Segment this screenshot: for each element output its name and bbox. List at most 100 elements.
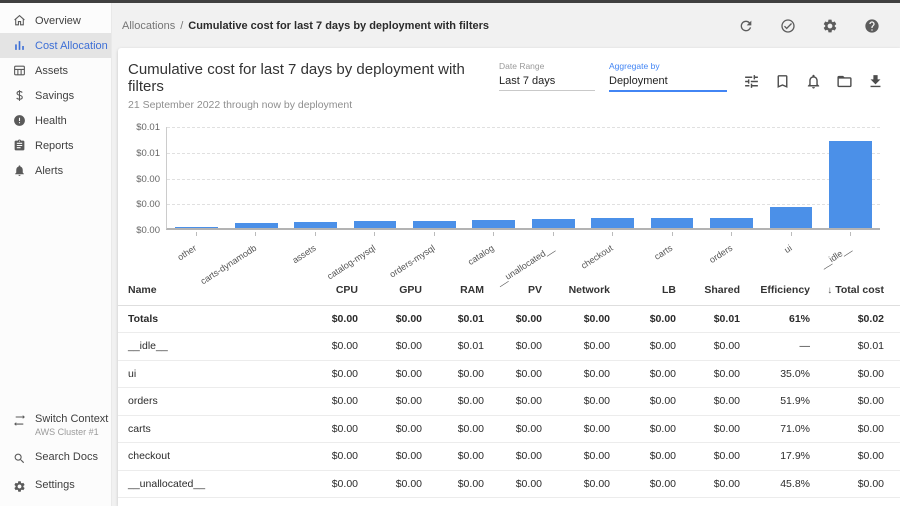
chart-bar-ui[interactable]	[770, 207, 813, 228]
table-row-ui[interactable]: ui$0.00$0.00$0.00$0.00$0.00$0.00$0.0035.…	[118, 360, 900, 388]
report-actions	[743, 73, 884, 90]
home-icon	[13, 14, 26, 27]
edit-filters-button[interactable]	[743, 73, 760, 90]
breadcrumb-current: Cumulative cost for last 7 days by deplo…	[188, 20, 489, 32]
row-name-cell: checkout	[118, 443, 306, 471]
chart-plot-area	[166, 127, 880, 230]
settings-label: Settings	[35, 479, 75, 491]
table-row-unallocated[interactable]: __unallocated__$0.00$0.00$0.00$0.00$0.00…	[118, 470, 900, 498]
row-value-cell: $0.00	[434, 360, 496, 388]
sidebar-item-alerts[interactable]: Alerts	[0, 158, 111, 183]
chart-bar-checkout[interactable]	[591, 218, 634, 228]
sort-desc-arrow-icon: ↓	[827, 285, 832, 296]
sidebar-item-label: Assets	[35, 65, 68, 77]
x-axis-tick	[255, 232, 256, 236]
x-axis-label: __idle__	[819, 243, 853, 270]
row-value-cell: $0.01	[822, 333, 900, 361]
sidebar-item-overview[interactable]: Overview	[0, 8, 111, 33]
chart-bar-orders[interactable]	[710, 218, 753, 228]
row-value-cell: $0.00	[370, 305, 434, 333]
refresh-button[interactable]	[738, 18, 754, 34]
row-value-cell: $0.00	[370, 333, 434, 361]
row-name-cell: orders	[118, 388, 306, 416]
search-icon	[13, 452, 26, 465]
row-value-cell: $0.00	[554, 498, 622, 506]
breadcrumb-allocations-link[interactable]: Allocations	[122, 20, 175, 32]
table-row-orders[interactable]: orders$0.00$0.00$0.00$0.00$0.00$0.00$0.0…	[118, 388, 900, 416]
row-value-cell: 61%	[752, 305, 822, 333]
table-row-carts[interactable]: carts$0.00$0.00$0.00$0.00$0.00$0.00$0.00…	[118, 415, 900, 443]
column-header-ram[interactable]: RAM	[434, 276, 496, 305]
chart-bar-carts-dynamodb[interactable]	[235, 223, 278, 228]
save-report-button[interactable]	[774, 73, 791, 90]
row-value-cell: $0.00	[496, 305, 554, 333]
row-value-cell: $0.00	[434, 443, 496, 471]
table-row-checkout[interactable]: checkout$0.00$0.00$0.00$0.00$0.00$0.00$0…	[118, 443, 900, 471]
row-value-cell: $0.00	[306, 415, 370, 443]
chart-bar-other[interactable]	[175, 227, 218, 228]
report-alerts-button[interactable]	[805, 73, 822, 90]
chart-bar-__unallocated__[interactable]	[532, 219, 575, 228]
sidebar-item-reports[interactable]: Reports	[0, 133, 111, 158]
date-range-select[interactable]: Date Range Last 7 days	[499, 61, 595, 91]
sidebar-item-health[interactable]: Health	[0, 108, 111, 133]
aggregate-by-value: Deployment	[609, 71, 727, 92]
chart-bar-catalog-mysql[interactable]	[354, 221, 397, 228]
download-button[interactable]	[867, 73, 884, 90]
chart-bar-orders-mysql[interactable]	[413, 221, 456, 228]
row-value-cell: $0.00	[306, 360, 370, 388]
aggregate-by-select[interactable]: Aggregate by Deployment	[609, 61, 727, 92]
row-value-cell: $0.00	[688, 498, 752, 506]
column-header-total-cost[interactable]: ↓Total cost	[822, 276, 900, 305]
column-header-cpu[interactable]: CPU	[306, 276, 370, 305]
table-row-idle[interactable]: __idle__$0.00$0.00$0.01$0.00$0.00$0.00$0…	[118, 333, 900, 361]
x-axis-tick	[791, 232, 792, 236]
row-value-cell: $0.00	[370, 443, 434, 471]
diagnostics-button[interactable]	[780, 18, 796, 34]
chart-bar-__idle__[interactable]	[829, 141, 872, 228]
row-value-cell: $0.00	[496, 443, 554, 471]
x-axis-label: assets	[290, 243, 317, 266]
row-name-cell: carts	[118, 415, 306, 443]
sidebar-item-cost-allocation[interactable]: Cost Allocation	[0, 33, 111, 58]
search-docs-label: Search Docs	[35, 451, 98, 463]
row-value-cell: $0.00	[496, 470, 554, 498]
column-header-efficiency[interactable]: Efficiency	[752, 276, 822, 305]
app-settings-button[interactable]	[822, 18, 838, 34]
row-value-cell: 35.0%	[752, 360, 822, 388]
topbar: Allocations / Cumulative cost for last 7…	[112, 3, 900, 48]
x-axis-tick	[553, 232, 554, 236]
chart-bar-catalog[interactable]	[472, 220, 515, 228]
search-docs-button[interactable]: Search Docs	[0, 444, 111, 472]
column-header-lb[interactable]: LB	[622, 276, 688, 305]
cost-bar-chart: $0.01$0.01$0.00$0.00$0.00 othercarts-dyn…	[120, 121, 894, 266]
column-header-shared[interactable]: Shared	[688, 276, 752, 305]
chart-bar-assets[interactable]	[294, 222, 337, 228]
help-icon	[864, 18, 880, 34]
row-value-cell: $0.00	[688, 443, 752, 471]
x-axis-label: catalog	[466, 243, 496, 267]
open-reports-button[interactable]	[836, 73, 853, 90]
settings-button[interactable]: Settings	[0, 472, 111, 500]
row-value-cell: $0.00	[370, 388, 434, 416]
row-value-cell: 51.9%	[752, 388, 822, 416]
assets-grid-icon	[13, 64, 26, 77]
chart-bar-carts[interactable]	[651, 218, 694, 228]
breadcrumb-separator: /	[180, 20, 183, 32]
table-row-totals[interactable]: Totals$0.00$0.00$0.01$0.00$0.00$0.00$0.0…	[118, 305, 900, 333]
x-axis-tick	[672, 232, 673, 236]
x-axis-tick	[434, 232, 435, 236]
sidebar-item-assets[interactable]: Assets	[0, 58, 111, 83]
x-axis-label: other	[176, 243, 199, 263]
sidebar-item-savings[interactable]: Savings	[0, 83, 111, 108]
row-value-cell: $0.00	[496, 360, 554, 388]
switch-context-label: Switch Context	[35, 413, 108, 425]
column-header-network[interactable]: Network	[554, 276, 622, 305]
sidebar-item-label: Reports	[35, 140, 74, 152]
table-row-catalog[interactable]: catalog$0.00$0.00$0.00$0.00$0.00$0.00$0.…	[118, 498, 900, 506]
column-header-gpu[interactable]: GPU	[370, 276, 434, 305]
row-value-cell: 17.9%	[752, 443, 822, 471]
switch-context-button[interactable]: Switch Context AWS Cluster #1	[0, 406, 111, 444]
row-value-cell: 45.8%	[752, 470, 822, 498]
help-button[interactable]	[864, 18, 880, 34]
